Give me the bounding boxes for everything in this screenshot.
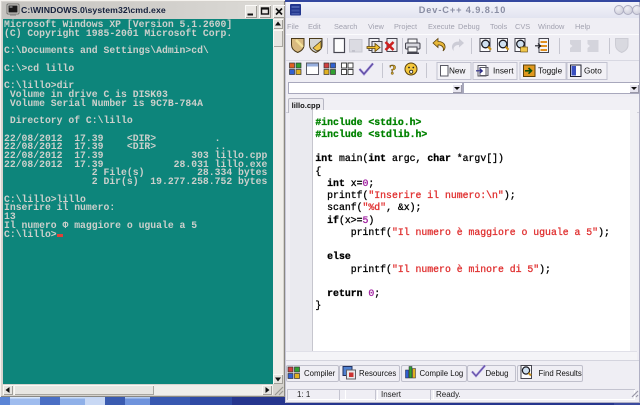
- svg-text:?: ?: [389, 63, 397, 79]
- svg-text:Insert: Insert: [493, 67, 514, 76]
- svg-text:New: New: [449, 67, 465, 76]
- svg-text:Goto: Goto: [584, 67, 602, 76]
- svg-text:Toggle: Toggle: [538, 67, 563, 76]
